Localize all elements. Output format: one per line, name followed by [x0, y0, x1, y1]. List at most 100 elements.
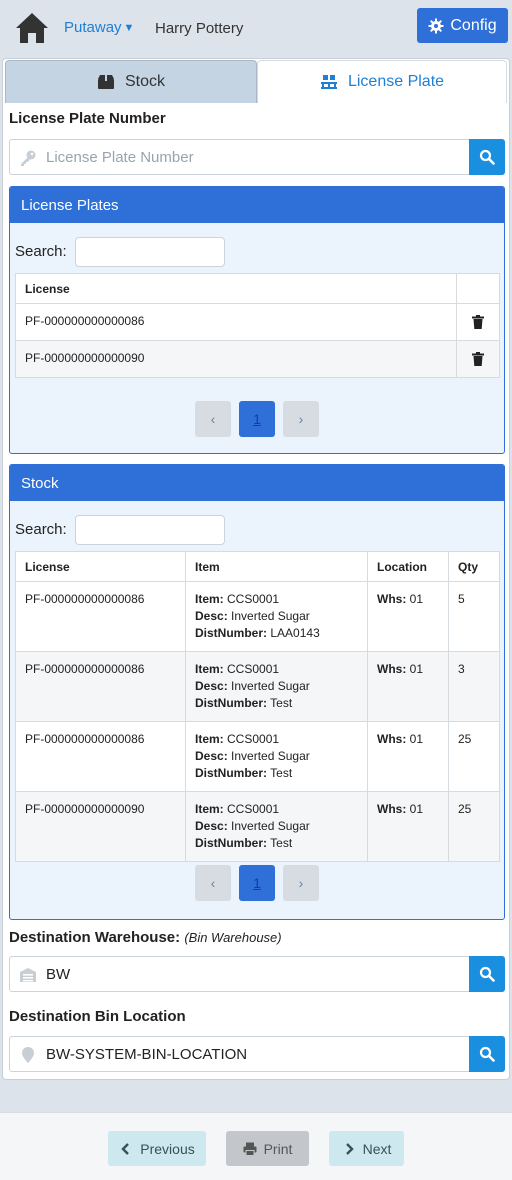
dist-number: Test: [270, 836, 293, 850]
item-description: Inverted Sugar: [231, 679, 310, 693]
dist-field-label: DistNumber:: [195, 696, 268, 710]
location-cell: Whs: 01: [367, 651, 449, 722]
warehouse-code: 01: [409, 732, 424, 746]
desc-field-label: Desc:: [195, 609, 228, 623]
destination-warehouse-hint: (Bin Warehouse): [184, 930, 282, 945]
item-field-label: Item:: [195, 592, 224, 606]
next-page-button[interactable]: ›: [283, 401, 319, 437]
dist-number: Test: [270, 696, 293, 710]
stock-search-input[interactable]: [75, 515, 225, 545]
desc-field-label: Desc:: [195, 819, 228, 833]
tab-stock[interactable]: Stock: [5, 60, 257, 103]
license-plate-number-field[interactable]: License Plate Number: [9, 139, 505, 175]
destination-warehouse-label-text: Destination Warehouse:: [9, 929, 181, 946]
item-code: CCS0001: [227, 802, 280, 816]
license-plates-search-input[interactable]: [75, 237, 225, 267]
top-bar: Putaway ▼ Harry Pottery Config: [0, 0, 512, 56]
chevron-right-icon: [345, 1142, 354, 1155]
previous-button[interactable]: Previous: [108, 1131, 206, 1166]
next-page-button[interactable]: ›: [283, 865, 319, 901]
previous-label: Previous: [140, 1140, 195, 1157]
tab-stock-label: Stock: [124, 73, 165, 90]
next-label: Next: [362, 1140, 392, 1157]
dist-number: Test: [270, 766, 293, 780]
desc-field-label: Desc:: [195, 679, 228, 693]
column-header-qty[interactable]: Qty: [448, 551, 500, 582]
whs-field-label: Whs:: [377, 662, 407, 676]
trash-icon[interactable]: [472, 352, 484, 366]
destination-bin-input[interactable]: BW-SYSTEM-BIN-LOCATION: [46, 1046, 247, 1063]
main-card: Stock License Plate License Plate Number…: [2, 58, 510, 1080]
prev-page-button[interactable]: ‹: [195, 865, 231, 901]
whs-field-label: Whs:: [377, 802, 407, 816]
warehouse-code: 01: [409, 802, 424, 816]
desc-field-label: Desc:: [195, 749, 228, 763]
qty-cell: 25: [448, 721, 500, 792]
tab-license-plate-label: License Plate: [347, 73, 445, 90]
item-cell: Item: CCS0001 Desc: Inverted Sugar DistNum…: [185, 791, 368, 862]
column-header-license[interactable]: License: [15, 273, 457, 304]
location-cell: Whs: 01: [367, 721, 449, 792]
qty-cell: 5: [448, 581, 500, 652]
destination-bin-search-button[interactable]: [469, 1036, 505, 1072]
table-row: PF-000000000000090 Item: CCS0001 Desc: Inv…: [15, 791, 500, 862]
destination-warehouse-label: Destination Warehouse: (Bin Warehouse): [9, 929, 282, 946]
item-field-label: Item:: [195, 802, 224, 816]
column-header-actions: [456, 273, 500, 304]
location-cell: Whs: 01: [367, 791, 449, 862]
map-marker-icon: [22, 1047, 34, 1063]
column-header-item[interactable]: Item: [185, 551, 368, 582]
page-1-button[interactable]: 1: [239, 865, 275, 901]
chevron-left-icon: [121, 1142, 130, 1155]
next-button[interactable]: Next: [329, 1131, 404, 1166]
stock-panel: Stock Search: License Item Location Qty …: [9, 464, 505, 920]
prev-page-button[interactable]: ‹: [195, 401, 231, 437]
item-cell: Item: CCS0001 Desc: Inverted Sugar DistNum…: [185, 651, 368, 722]
destination-warehouse-search-button[interactable]: [469, 956, 505, 992]
search-icon: [479, 1046, 495, 1062]
destination-warehouse-field[interactable]: BW: [9, 956, 505, 992]
print-button[interactable]: Print: [226, 1131, 309, 1166]
license-plate-number-input[interactable]: License Plate Number: [46, 149, 194, 166]
stock-table: License Item Location Qty PF-00000000000…: [15, 551, 500, 862]
footer-bar: Previous Print Next: [0, 1112, 512, 1180]
license-plate-number-label: License Plate Number: [9, 110, 166, 127]
tab-license-plate[interactable]: License Plate: [257, 60, 507, 103]
license-cell: PF-000000000000090: [15, 791, 186, 862]
column-header-location[interactable]: Location: [367, 551, 449, 582]
location-cell: Whs: 01: [367, 581, 449, 652]
page-1-button[interactable]: 1: [239, 401, 275, 437]
column-header-license[interactable]: License: [15, 551, 186, 582]
license-plates-pagination: ‹ 1 ›: [195, 401, 319, 437]
table-row: PF-000000000000090: [15, 340, 500, 378]
warehouse-code: 01: [409, 662, 424, 676]
whs-field-label: Whs:: [377, 592, 407, 606]
warehouse-code: 01: [409, 592, 424, 606]
destination-bin-label: Destination Bin Location: [9, 1008, 186, 1025]
license-plate-search-button[interactable]: [469, 139, 505, 175]
pallet-icon: [320, 75, 337, 89]
license-cell: PF-000000000000090: [15, 340, 457, 378]
stock-panel-title: Stock: [10, 465, 504, 501]
license-cell: PF-000000000000086: [15, 581, 186, 652]
dist-number: LAA0143: [270, 626, 320, 640]
trash-icon[interactable]: [472, 315, 484, 329]
item-field-label: Item:: [195, 732, 224, 746]
whs-field-label: Whs:: [377, 732, 407, 746]
license-cell: PF-000000000000086: [15, 303, 457, 341]
item-code: CCS0001: [227, 732, 280, 746]
table-row: PF-000000000000086 Item: CCS0001 Desc: Inv…: [15, 581, 500, 652]
table-row: PF-000000000000086 Item: CCS0001 Desc: Inv…: [15, 651, 500, 722]
home-icon[interactable]: [14, 11, 50, 45]
destination-warehouse-input[interactable]: BW: [46, 966, 70, 983]
module-dropdown[interactable]: Putaway ▼: [64, 19, 134, 36]
chevron-down-icon: ▼: [123, 22, 135, 34]
qty-cell: 3: [448, 651, 500, 722]
config-button[interactable]: Config: [417, 8, 508, 43]
destination-bin-field[interactable]: BW-SYSTEM-BIN-LOCATION: [9, 1036, 505, 1072]
item-cell: Item: CCS0001 Desc: Inverted Sugar DistNum…: [185, 721, 368, 792]
stock-pagination: ‹ 1 ›: [195, 865, 319, 901]
license-plates-panel: License Plates Search: License PF-000000…: [9, 186, 505, 454]
delete-cell: [456, 303, 500, 341]
dist-field-label: DistNumber:: [195, 836, 268, 850]
